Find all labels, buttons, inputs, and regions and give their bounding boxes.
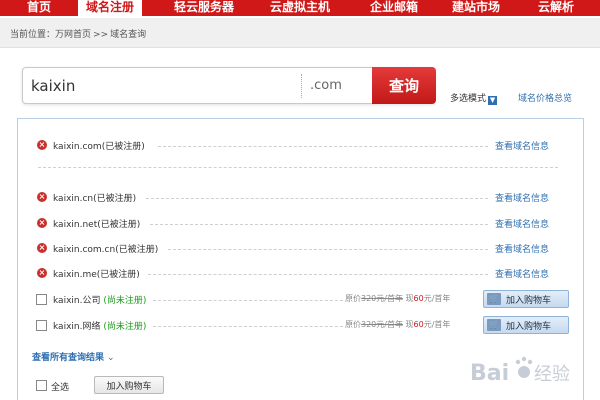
dotted-leader bbox=[148, 274, 488, 275]
multi-select-mode-label: 多选模式 bbox=[450, 94, 487, 104]
result-domain: kaixin.net(已被注册) bbox=[53, 220, 141, 230]
result-domain: kaixin.com.cn(已被注册) bbox=[53, 245, 159, 255]
registered-x-icon: × bbox=[37, 268, 47, 278]
multi-select-mode-toggle[interactable]: 多选模式 ▼ bbox=[450, 91, 498, 105]
result-row-registered: × kaixin.me(已被注册) 查看域名信息 bbox=[18, 266, 585, 282]
breadcrumb-current: 域名查询 bbox=[110, 30, 147, 40]
registered-x-icon: × bbox=[37, 243, 47, 253]
select-all-checkbox[interactable] bbox=[36, 380, 47, 391]
svg-text:Bai: Bai bbox=[470, 361, 509, 386]
result-row-available: kaixin.网络 (尚未注册) 原价320元/首年 现60元/首年 🛒 加入购物… bbox=[18, 316, 585, 334]
dotted-leader bbox=[153, 326, 343, 327]
breadcrumb-home-link[interactable]: 万网首页 bbox=[55, 30, 91, 40]
select-all-label: 全选 bbox=[51, 383, 70, 393]
result-row-registered: × kaixin.net(已被注册) 查看域名信息 bbox=[18, 216, 585, 232]
nav-virtual-host[interactable]: 云虚拟主机 bbox=[270, 0, 330, 16]
domain-price: 原价320元/首年 现60元/首年 bbox=[345, 320, 451, 329]
result-row-available: kaixin.公司 (尚未注册) 原价320元/首年 现60元/首年 🛒 加入购物… bbox=[18, 290, 585, 308]
cart-icon: 🛒 bbox=[487, 319, 501, 331]
view-domain-info-link[interactable]: 查看域名信息 bbox=[495, 191, 549, 204]
svg-text:经验: 经验 bbox=[534, 364, 570, 385]
tld-select-value: .com bbox=[310, 78, 342, 93]
price-overview-link[interactable]: 域名价格总览 bbox=[518, 91, 572, 104]
domain-price: 原价320元/首年 现60元/首年 bbox=[345, 294, 451, 303]
result-domain: kaixin.me(已被注册) bbox=[53, 270, 140, 280]
add-selected-to-cart-button[interactable]: 加入购物车 bbox=[94, 376, 164, 394]
dotted-leader bbox=[150, 224, 488, 225]
divider bbox=[38, 167, 558, 168]
breadcrumb-separator: >> bbox=[93, 30, 109, 40]
view-domain-info-link[interactable]: 查看域名信息 bbox=[495, 242, 549, 255]
result-row-registered: × kaixin.com.cn(已被注册) 查看域名信息 bbox=[18, 241, 585, 257]
registered-x-icon: × bbox=[37, 140, 47, 150]
dotted-leader bbox=[146, 198, 488, 199]
view-all-results-link[interactable]: 查看所有查询结果 ⌄ bbox=[32, 350, 115, 363]
domain-search-input[interactable] bbox=[31, 74, 291, 98]
breadcrumb: 当前位置：万网首页 >> 域名查询 bbox=[10, 27, 146, 40]
domain-checkbox[interactable] bbox=[36, 294, 47, 305]
view-domain-info-link[interactable]: 查看域名信息 bbox=[495, 217, 549, 230]
nav-cloud-server[interactable]: 轻云服务器 bbox=[174, 0, 234, 16]
top-nav: 首页 域名注册 轻云服务器 云虚拟主机 企业邮箱 建站市场 云解析 bbox=[0, 0, 600, 16]
dotted-leader bbox=[153, 300, 343, 301]
result-row-primary: × kaixin.com(已被注册) 查看域名信息 bbox=[18, 138, 585, 154]
breadcrumb-prefix: 当前位置： bbox=[10, 30, 56, 40]
result-domain: kaixin.com(已被注册) bbox=[53, 142, 145, 152]
domain-search-box: .com 查询 bbox=[22, 67, 436, 104]
nav-enterprise-mail[interactable]: 企业邮箱 bbox=[370, 0, 418, 16]
nav-home[interactable]: 首页 bbox=[27, 0, 51, 16]
add-to-cart-button[interactable]: 🛒 加入购物车 bbox=[483, 316, 569, 334]
baidu-jingyan-watermark: Bai 经验 bbox=[470, 356, 570, 386]
registered-x-icon: × bbox=[37, 192, 47, 202]
add-to-cart-button[interactable]: 🛒 加入购物车 bbox=[483, 290, 569, 308]
result-domain: kaixin.公司 (尚未注册) bbox=[53, 296, 147, 306]
dotted-leader bbox=[168, 249, 488, 250]
result-row-registered: × kaixin.cn(已被注册) 查看域名信息 bbox=[18, 190, 585, 206]
breadcrumb-bar: 当前位置：万网首页 >> 域名查询 bbox=[0, 18, 600, 48]
view-domain-info-link[interactable]: 查看域名信息 bbox=[495, 139, 549, 152]
domain-checkbox[interactable] bbox=[36, 320, 47, 331]
nav-domain-register[interactable]: 域名注册 bbox=[78, 0, 143, 16]
view-domain-info-link[interactable]: 查看域名信息 bbox=[495, 267, 549, 280]
query-button[interactable]: 查询 bbox=[372, 67, 436, 104]
result-domain: kaixin.网络 (尚未注册) bbox=[53, 322, 147, 332]
dotted-leader bbox=[158, 146, 488, 147]
cart-icon: 🛒 bbox=[487, 293, 501, 305]
paw-icon bbox=[515, 356, 533, 378]
nav-cloud-dns[interactable]: 云解析 bbox=[538, 0, 574, 16]
arrow-down-icon: ▼ bbox=[488, 96, 498, 105]
chevron-down-icon: ⌄ bbox=[107, 353, 115, 363]
result-domain: kaixin.cn(已被注册) bbox=[53, 194, 137, 204]
nav-site-market[interactable]: 建站市场 bbox=[452, 0, 500, 16]
registered-x-icon: × bbox=[37, 218, 47, 228]
